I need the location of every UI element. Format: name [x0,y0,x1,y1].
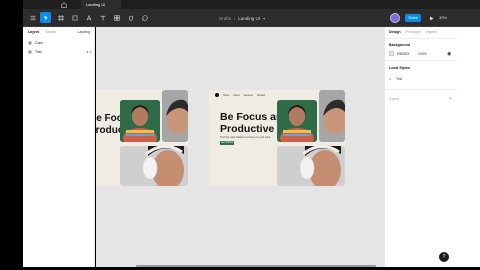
hero-subtitle: Find the right balance to focus on your … [220,136,271,139]
zoom-level[interactable]: 33% [439,14,447,22]
add-export-icon[interactable]: + [449,96,452,102]
headphones-photo [120,146,188,186]
nav-link: Home [223,93,230,97]
frame-nav: Home About Services Contact [223,94,265,97]
document-title[interactable]: Drafts / Landing UI ▾ [219,14,265,22]
nav-link: Services [243,93,253,97]
help-button[interactable]: ? [439,252,449,262]
grid-frame-icon [28,40,32,45]
eye-icon[interactable]: ◉ [447,51,451,57]
tab-bar: Landing UI [23,0,480,9]
page-selector[interactable]: Landing [78,30,90,34]
landing-frame[interactable]: Be Focus and Productive [96,90,188,186]
layer-label: Tobi [35,49,42,54]
background-swatch[interactable] [389,51,394,56]
file-tab[interactable]: Landing UI [81,0,121,9]
home-icon [61,2,67,8]
style-item[interactable]: Text [396,77,402,81]
tab-layers[interactable]: Layers [28,30,39,34]
resources-icon[interactable] [111,12,122,23]
properties-panel: Design Prototype Inspect Background E5E5… [384,27,458,267]
hero-photo [120,100,160,142]
frame-tool-icon[interactable] [55,12,66,23]
background-label: Background [389,43,410,47]
chevron-down-icon[interactable]: ▾ [263,16,265,21]
divider [385,89,458,90]
tab-inspect[interactable]: Inspect [426,30,437,34]
portrait-photo [162,90,188,142]
text-tool-icon[interactable] [97,12,108,23]
visibility-icon[interactable]: ● ◎ [86,50,92,54]
background-opacity[interactable]: 100% [418,52,427,56]
export-label: Export [389,97,399,101]
tab-assets[interactable]: Assets [45,30,56,34]
nav-link: About [233,93,240,97]
properties-tabs: Design Prototype Inspect [385,27,458,37]
divider [385,60,458,61]
tab-prototype[interactable]: Prototype [406,30,421,34]
share-button[interactable]: Share [405,14,421,22]
breadcrumb-drafts[interactable]: Drafts [219,16,231,21]
hero-photo [277,100,317,142]
breadcrumb-separator: / [234,15,236,21]
layer-item[interactable]: Tobi ● ◎ [28,48,92,55]
layer-label: Cam [35,40,43,45]
figma-window: Landing UI Drafts / Landing UI ▾ Share 3… [0,0,480,270]
logo [215,93,219,97]
shape-tool-icon[interactable] [69,12,80,23]
nav-link: Contact [256,93,266,97]
canvas[interactable]: Be Focus and Productive [96,27,384,267]
avatar[interactable] [390,13,400,23]
file-name[interactable]: Landing UI [238,16,260,21]
tab-design[interactable]: Design [389,30,401,34]
layers-panel-tabs: Layers Assets Landing [23,27,95,37]
main-menu-icon[interactable] [27,12,38,23]
cta-button: Get Started [220,141,234,145]
layer-item[interactable]: Cam [28,39,92,46]
landing-frame[interactable]: Home About Services Contact Be Focus and… [209,90,345,186]
divider [385,38,458,39]
hand-tool-icon[interactable] [125,12,136,23]
pen-tool-icon[interactable] [83,12,94,23]
headphones-photo [277,146,345,186]
portrait-photo [319,90,345,142]
comment-tool-icon[interactable] [139,12,150,23]
play-icon[interactable] [427,14,435,22]
right-gutter [457,27,480,267]
style-text-icon: ○ [389,76,392,81]
hero-headline-line2: Productive [220,123,275,135]
home-tab[interactable] [49,1,79,9]
background-hex[interactable]: E5E5E5 [397,52,409,56]
toolbar: Drafts / Landing UI ▾ Share 33% [23,9,480,27]
frame-icon [28,49,32,54]
local-styles-label: Local Styles [389,66,410,70]
move-tool-icon[interactable] [40,12,51,23]
layers-panel: Layers Assets Landing Cam Tobi ● ◎ [23,27,95,267]
